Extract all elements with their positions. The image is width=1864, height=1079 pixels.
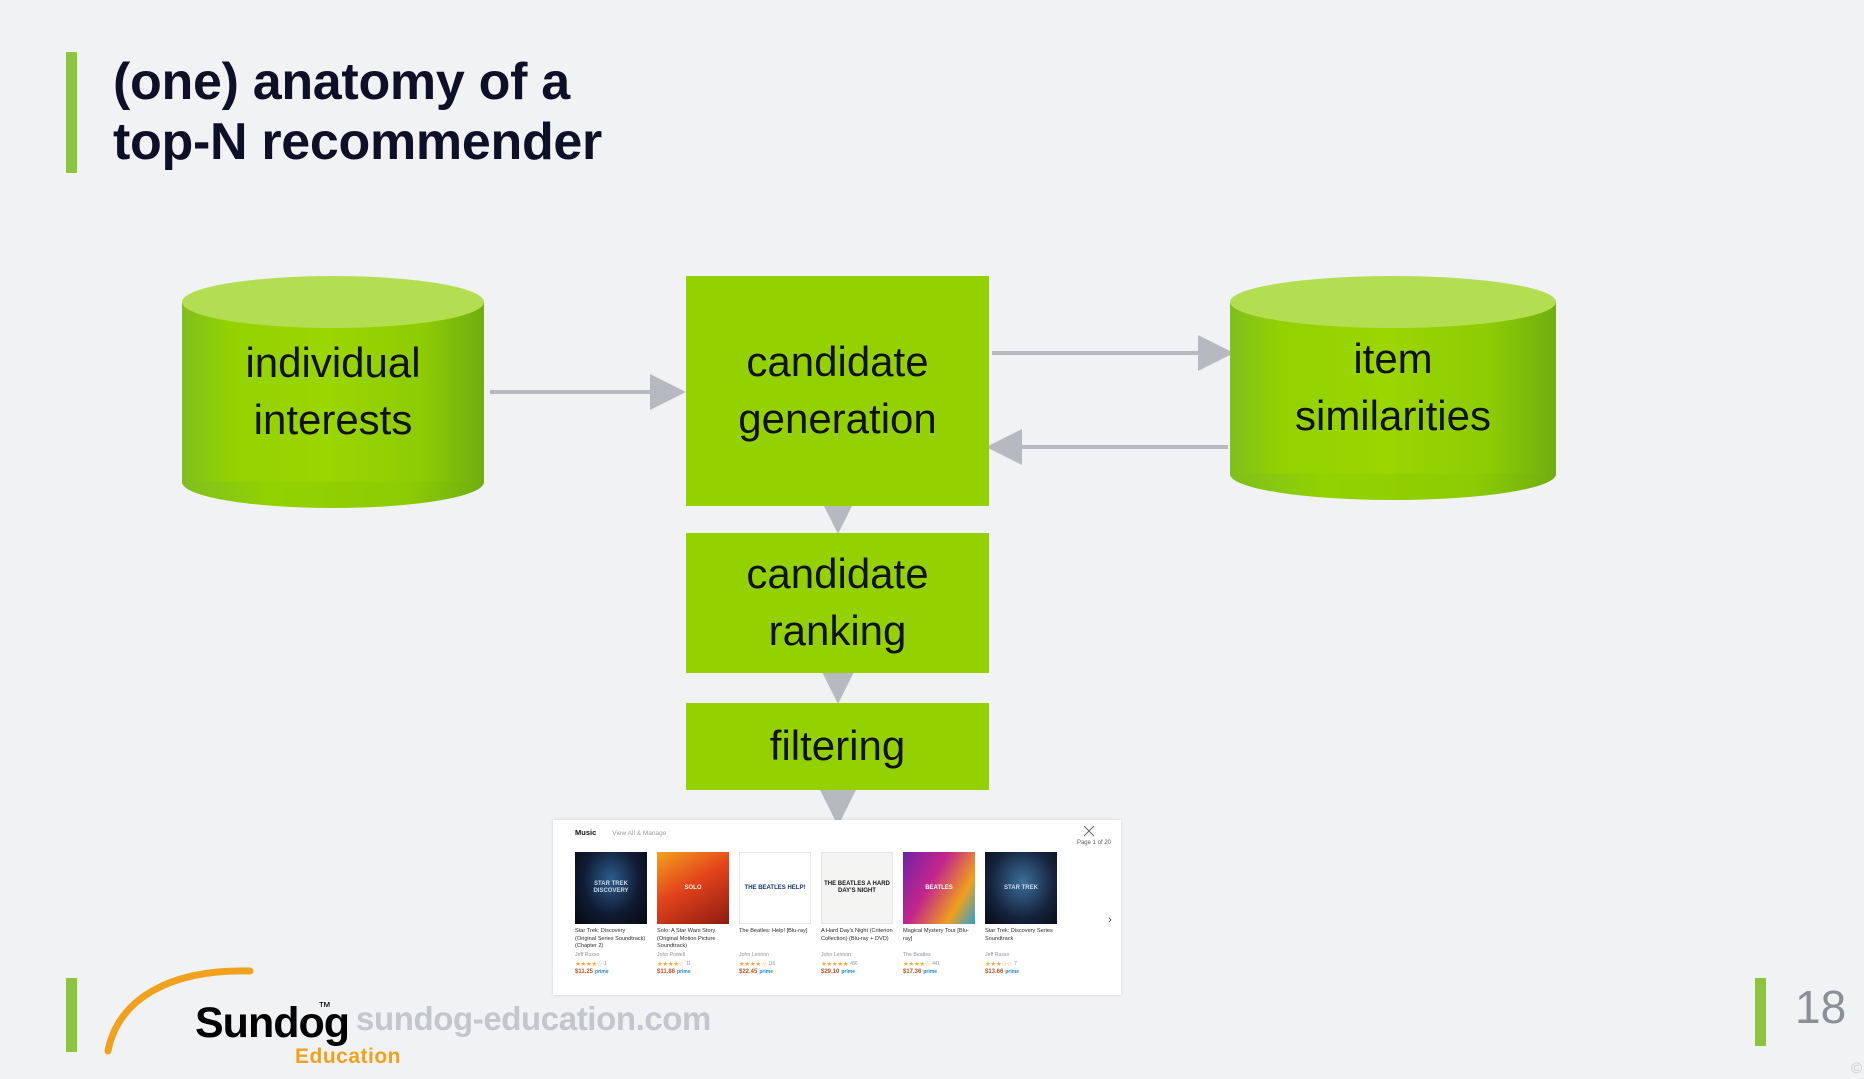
rating-count: 456 — [850, 961, 858, 967]
price-value: $11.25 — [575, 969, 594, 975]
cover-text: THE BEATLES A HARD DAY'S NIGHT — [824, 881, 890, 894]
node-label: filtering — [769, 722, 906, 770]
product-artist: Jeff Russo — [985, 952, 1010, 958]
rating-count: 11 — [686, 961, 691, 967]
list-item[interactable]: STAR TREK DISCOVERY Star Trek: Discovery… — [575, 852, 647, 975]
product-price: $29.10 prime — [821, 969, 893, 975]
product-price: $11.88 prime — [657, 969, 729, 975]
price-value: $29.10 — [821, 969, 840, 975]
rating-count: 7 — [1014, 961, 1017, 967]
star-rating[interactable]: ★★★★☆ 441 — [903, 960, 975, 968]
product-price: $11.25 prime — [575, 969, 647, 975]
product-tiles: STAR TREK DISCOVERY Star Trek: Discovery… — [553, 850, 1121, 975]
product-artist: John Lennon — [739, 952, 770, 958]
node-item-similarities[interactable]: item similarities — [1230, 276, 1556, 500]
prime-badge: prime — [923, 969, 937, 975]
product-title[interactable]: A Hard Day's Night (Criterion Collection… — [821, 928, 893, 950]
star-rating[interactable]: ★★★★☆ 11 — [657, 960, 729, 968]
node-label: item similarities — [1294, 335, 1491, 439]
product-title[interactable]: Star Trek: Discovery Series Soundtrack — [985, 928, 1057, 950]
stars-glyphs: ★★★★★ — [821, 961, 849, 968]
star-rating[interactable]: ★★★★☆ 1 — [575, 960, 647, 968]
node-filtering[interactable]: filtering — [686, 703, 989, 790]
stars-glyphs: ★★★☆☆ — [985, 961, 1013, 968]
prime-badge: prime — [841, 969, 855, 975]
list-item[interactable]: THE BEATLES A HARD DAY'S NIGHT A Hard Da… — [821, 852, 893, 975]
copyright-mark: © — [1850, 1060, 1862, 1077]
cover-text: STAR TREK DISCOVERY — [593, 881, 629, 894]
cover-text: THE BEATLES HELP! — [744, 884, 806, 891]
footer-accent-bar — [66, 978, 77, 1052]
node-label: individual interests — [245, 339, 421, 443]
list-item[interactable]: SOLO Solo: A Star Wars Story (Original M… — [657, 852, 729, 975]
product-cover[interactable]: THE BEATLES A HARD DAY'S NIGHT — [821, 852, 893, 924]
product-price: $22.45 prime — [739, 969, 811, 975]
widget-category-label: Music — [575, 828, 597, 837]
product-cover[interactable]: BEATLES — [903, 852, 975, 924]
node-label: candidate generation — [738, 338, 937, 442]
next-page-chevron-icon[interactable]: › — [1099, 850, 1121, 990]
stars-glyphs: ★★★★☆ — [739, 961, 767, 968]
widget-header: Music View All & Manage — [553, 820, 1121, 850]
prime-badge: prime — [595, 969, 609, 975]
cylinder-top — [1230, 276, 1556, 328]
sundog-education-logo: Sundog ™ Education — [100, 963, 401, 1068]
product-artist: The Beatles — [903, 952, 931, 958]
cover-text: SOLO — [684, 884, 702, 891]
page-number: 18 — [1795, 981, 1847, 1033]
logo-trademark: ™ — [318, 999, 331, 1014]
node-label: candidate ranking — [746, 550, 929, 654]
product-cover[interactable]: SOLO — [657, 852, 729, 924]
star-rating[interactable]: ★★★★★ 456 — [821, 960, 893, 968]
amazon-recommendations-widget[interactable]: Music View All & Manage Page 1 of 20 STA… — [553, 820, 1121, 995]
site-url: sundog-education.com — [356, 1000, 712, 1037]
rating-count: 116 — [768, 961, 775, 967]
product-artist: John Lennon — [821, 952, 852, 958]
cover-text: BEATLES — [925, 884, 953, 891]
product-title[interactable]: Magical Mystery Tour [Blu-ray] — [903, 928, 975, 950]
stars-glyphs: ★★★★☆ — [657, 961, 685, 968]
prime-badge: prime — [677, 969, 691, 975]
product-title[interactable]: Solo: A Star Wars Story (Original Motion… — [657, 928, 729, 950]
node-candidate-ranking[interactable]: candidate ranking — [686, 533, 989, 673]
close-icon[interactable] — [1082, 824, 1096, 838]
star-rating[interactable]: ★★★☆☆ 7 — [985, 960, 1057, 968]
stars-glyphs: ★★★★☆ — [903, 961, 931, 968]
list-item[interactable]: BEATLES Magical Mystery Tour [Blu-ray] T… — [903, 852, 975, 975]
product-cover[interactable]: STAR TREK — [985, 852, 1057, 924]
product-title[interactable]: Star Trek: Discovery (Original Series So… — [575, 928, 647, 950]
stars-glyphs: ★★★★☆ — [575, 961, 603, 968]
list-item[interactable]: THE BEATLES HELP! The Beatles: Help! [Bl… — [739, 852, 811, 975]
list-item[interactable]: STAR TREK Star Trek: Discovery Series So… — [985, 852, 1057, 975]
price-value: $17.36 — [903, 969, 922, 975]
product-artist: John Powell — [657, 952, 685, 958]
node-candidate-generation[interactable]: candidate generation — [686, 276, 989, 506]
product-cover[interactable]: STAR TREK DISCOVERY — [575, 852, 647, 924]
rating-count: 441 — [932, 961, 940, 967]
price-value: $22.45 — [739, 969, 758, 975]
prime-badge: prime — [759, 969, 773, 975]
rating-count: 1 — [604, 961, 607, 967]
product-cover[interactable]: THE BEATLES HELP! — [739, 852, 811, 924]
product-price: $13.66 prime — [985, 969, 1057, 975]
page-indicator: Page 1 of 20 — [1076, 840, 1111, 846]
cover-text: STAR TREK — [1004, 884, 1038, 891]
price-value: $11.88 — [657, 969, 676, 975]
prime-badge: prime — [1005, 969, 1019, 975]
product-title[interactable]: The Beatles: Help! [Blu-ray] — [739, 928, 811, 950]
star-rating[interactable]: ★★★★☆ 116 — [739, 960, 811, 968]
price-value: $13.66 — [985, 969, 1004, 975]
logo-subtitle: Education — [295, 1045, 402, 1068]
node-individual-interests[interactable]: individual interests — [182, 276, 484, 508]
slide: (one) anatomy of a top-N recommender ind… — [0, 0, 1864, 1079]
product-price: $17.36 prime — [903, 969, 975, 975]
page-accent-bar — [1755, 978, 1766, 1046]
view-all-and-manage-link[interactable]: View All & Manage — [612, 830, 666, 837]
product-artist: Jeff Russo — [575, 952, 600, 958]
cylinder-top — [182, 276, 484, 328]
